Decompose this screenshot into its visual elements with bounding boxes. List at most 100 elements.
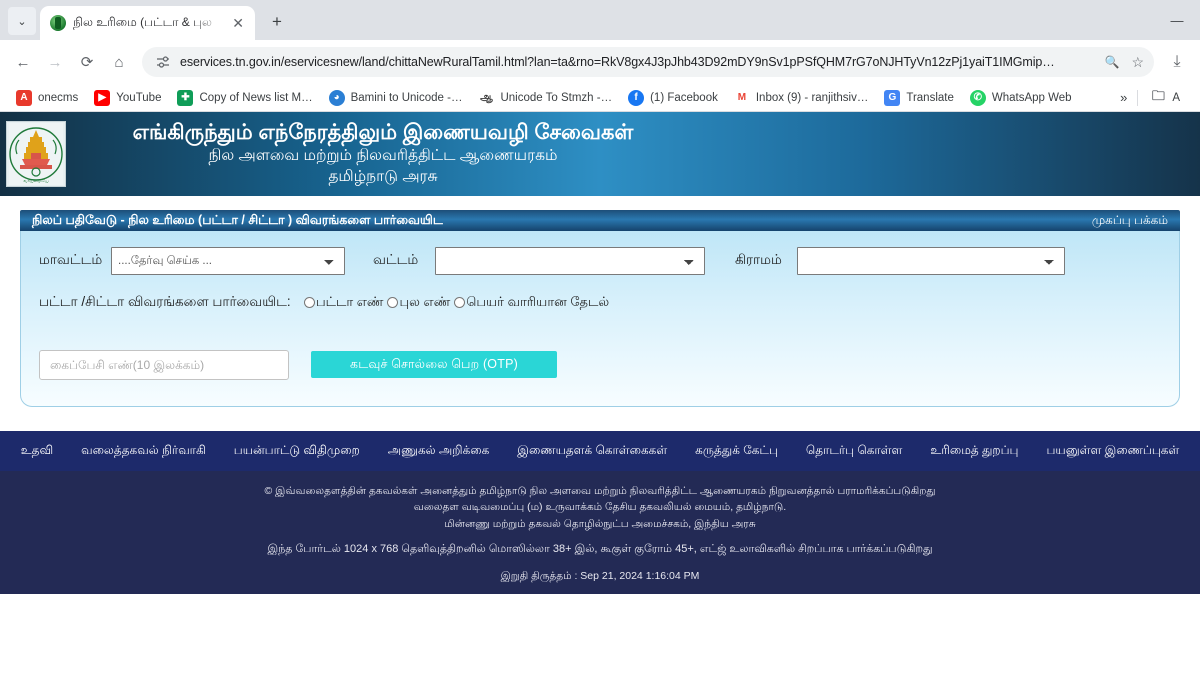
footer-link-accessibility[interactable]: அணுகல் அறிக்கை	[374, 443, 504, 459]
header-org: தமிழ்நாடு அரசு	[328, 168, 438, 186]
whatsapp-icon: ✆	[969, 89, 986, 106]
url-text: eservices.tn.gov.in/eservicesnew/land/ch…	[180, 55, 1055, 69]
footer-link-webinfo-manager[interactable]: வலைத்தகவல் நிர்வாகி	[67, 443, 220, 459]
radio-input-name[interactable]	[454, 297, 466, 308]
browser-support-note: இந்த போர்டல் 1024 x 768 தெளிவுத்திறனில் …	[267, 542, 933, 555]
radio-label-name: பெயர் வாரியான தேடல்	[466, 294, 610, 309]
government-header: வாய்மையே எங்கிருந்தும் எந்நேரத்திலும் இண…	[0, 112, 1200, 196]
page-settings-icon[interactable]	[155, 54, 171, 70]
facebook-icon: f	[628, 89, 645, 106]
back-button[interactable]: ←	[8, 47, 38, 77]
get-otp-button[interactable]: கடவுச் சொல்லை பெற (OTP)	[311, 351, 557, 379]
browser-tab[interactable]: நில உரிமை (பட்டா & புல ✕	[40, 6, 255, 40]
forward-button[interactable]: →	[40, 47, 70, 77]
onecms-icon: A	[16, 89, 32, 106]
search-type-row: பட்டா /சிட்டா விவரங்களை பார்வையிட: பட்டா…	[39, 292, 1161, 312]
bookmark-folder[interactable]: 🗀 A	[1148, 87, 1188, 109]
search-form-panel: மாவட்டம் ....தேர்வு செய்க ... வட்டம் கிர…	[20, 231, 1180, 407]
header-title: எங்கிருந்தும் எந்நேரத்திலும் இணையவழி சேவ…	[132, 120, 634, 144]
bookmark-label: onecms	[38, 91, 79, 104]
bookmark-item[interactable]: M Inbox (9) - ranjithsiv…	[726, 87, 876, 109]
tab-title: நில உரிமை (பட்டா & புல	[73, 15, 212, 29]
bookmark-star-icon[interactable]: ☆	[1131, 54, 1144, 71]
emblem-graphic: வாய்மையே	[9, 123, 63, 185]
header-subtitle: நில அளவை மற்றும் நிலவரித்திட்ட ஆணையரகம்	[208, 147, 558, 165]
footer-link-contact-us[interactable]: தொடர்பு கொள்ள	[792, 443, 916, 459]
translate-icon: G	[884, 89, 901, 106]
bookmark-item[interactable]: ✚ Copy of News list M…	[169, 87, 320, 109]
address-bar[interactable]: eservices.tn.gov.in/eservicesnew/land/ch…	[142, 47, 1154, 77]
minimize-button[interactable]: —	[1154, 0, 1200, 40]
tamil-nadu-state-emblem: வாய்மையே	[6, 121, 66, 187]
gmail-icon: M	[733, 89, 750, 106]
browser-window: ⌄ நில உரிமை (பட்டா & புல ✕ + — ← → ⟳ ⌂ e…	[0, 0, 1200, 675]
village-select[interactable]	[797, 247, 1065, 275]
search-type-label: பட்டா /சிட்டா விவரங்களை பார்வையிட:	[39, 294, 291, 309]
bookmark-folder-label: A	[1172, 91, 1180, 104]
downloads-icon[interactable]: ⤓	[1162, 47, 1192, 77]
radio-input-survey[interactable]	[387, 297, 399, 308]
search-type-radio-group: பட்டா எண் புல எண் பெயர் வாரியான தேடல்	[304, 292, 613, 311]
copyright-line-3: மின்னணு மற்றும் தகவல் தொழில்நுட்ப அமைச்ச…	[444, 517, 756, 530]
content-area: நிலப் பதிவேடு - நில உரிமை (பட்டா / சிட்ட…	[0, 196, 1200, 407]
bookmark-label: Bamini to Unicode -…	[350, 91, 463, 104]
footer-link-website-policies[interactable]: இணையதளக் கொள்கைகள்	[503, 443, 681, 459]
taluk-select[interactable]	[435, 247, 705, 275]
district-select[interactable]: ....தேர்வு செய்க ...	[111, 247, 345, 275]
location-selectors-row: மாவட்டம் ....தேர்வு செய்க ... வட்டம் கிர…	[39, 247, 1161, 275]
panel-title-bar: நிலப் பதிவேடு - நில உரிமை (பட்டா / சிட்ட…	[20, 210, 1180, 231]
bookmark-label: WhatsApp Web	[991, 91, 1072, 104]
bookmark-item[interactable]: ◕ Bamini to Unicode -…	[321, 87, 471, 109]
bookmark-item[interactable]: ✆ WhatsApp Web	[962, 87, 1080, 109]
otp-row: கடவுச் சொல்லை பெற (OTP)	[39, 349, 1161, 380]
radio-name-search[interactable]: பெயர் வாரியான தேடல்	[454, 294, 609, 311]
mobile-number-input[interactable]	[39, 349, 289, 380]
chevron-down-icon: ⌄	[17, 15, 27, 28]
close-icon[interactable]: ✕	[229, 14, 247, 32]
village-label: கிராமம்	[735, 252, 782, 267]
page-title: நிலப் பதிவேடு - நில உரிமை (பட்டா / சிட்ட…	[32, 212, 443, 227]
copyright-line-1: © இவ்வலைதளத்தின் தகவல்கள் அனைத்தும் தமிழ…	[264, 485, 936, 497]
radio-survey-number[interactable]: புல எண்	[387, 294, 450, 311]
footer-link-disclaimer[interactable]: உரிமைத் துறப்பு	[916, 443, 1032, 459]
window-controls: —	[1154, 0, 1200, 40]
radio-label-patta: பட்டா எண்	[316, 294, 384, 309]
bookmark-label: YouTube	[116, 91, 162, 104]
bookmark-item[interactable]: ஆ Unicode To Stmzh -…	[470, 87, 620, 109]
radio-input-patta[interactable]	[304, 297, 315, 308]
reload-button[interactable]: ⟳	[72, 47, 102, 77]
tab-search-button[interactable]: ⌄	[8, 7, 36, 35]
bamini-icon: ◕	[328, 89, 345, 106]
footer-nav: உதவி வலைத்தகவல் நிர்வாகி பயன்பாட்டு விதி…	[0, 431, 1200, 471]
bookmark-label: Translate	[906, 91, 954, 104]
new-tab-button[interactable]: +	[263, 8, 291, 36]
bookmark-label: Inbox (9) - ranjithsiv…	[755, 91, 869, 104]
home-button[interactable]: ⌂	[104, 47, 134, 77]
search-icon[interactable]: 🔍	[1104, 55, 1119, 69]
divider	[1137, 89, 1139, 106]
bookmark-label: Unicode To Stmzh -…	[500, 91, 613, 104]
bookmark-item[interactable]: f (1) Facebook	[620, 87, 726, 109]
browser-toolbar: ← → ⟳ ⌂ eservices.tn.gov.in/eservicesnew…	[0, 40, 1200, 84]
youtube-icon: ▶	[94, 89, 111, 106]
bookmark-label: Copy of News list M…	[199, 91, 313, 104]
radio-patta-number[interactable]: பட்டா எண்	[304, 294, 383, 311]
bookmark-item[interactable]: ▶ YouTube	[86, 87, 169, 109]
page-content: வாய்மையே எங்கிருந்தும் எந்நேரத்திலும் இண…	[0, 112, 1200, 659]
bookmark-item[interactable]: A onecms	[8, 87, 86, 109]
footer-link-useful-links[interactable]: பயனுள்ள இணைப்புகள்	[1032, 443, 1193, 459]
radio-label-survey: புல எண்	[399, 294, 451, 309]
tab-strip: ⌄ நில உரிமை (பட்டா & புல ✕ + —	[0, 0, 1200, 40]
footer-link-feedback[interactable]: கருத்துக் கேட்பு	[681, 443, 792, 459]
copyright-footer: © இவ்வலைதளத்தின் தகவல்கள் அனைத்தும் தமிழ…	[0, 471, 1200, 595]
bookmark-label: (1) Facebook	[650, 91, 718, 104]
svg-text:வாய்மையே: வாய்மையே	[23, 178, 49, 183]
footer-link-terms-of-use[interactable]: பயன்பாட்டு விதிமுறை	[220, 443, 374, 459]
taluk-label: வட்டம்	[373, 252, 419, 267]
home-link[interactable]: முகப்பு பக்கம்	[1092, 213, 1168, 229]
copyright-line-2: வலைதள வடிவமைப்பு (ம) உருவாக்கம் தேசிய தக…	[413, 501, 787, 514]
folder-icon: 🗀	[1151, 87, 1165, 103]
bookmarks-overflow-button[interactable]: »	[1120, 90, 1127, 105]
footer-link-help[interactable]: உதவி	[7, 443, 67, 459]
bookmark-item[interactable]: G Translate	[876, 87, 962, 109]
